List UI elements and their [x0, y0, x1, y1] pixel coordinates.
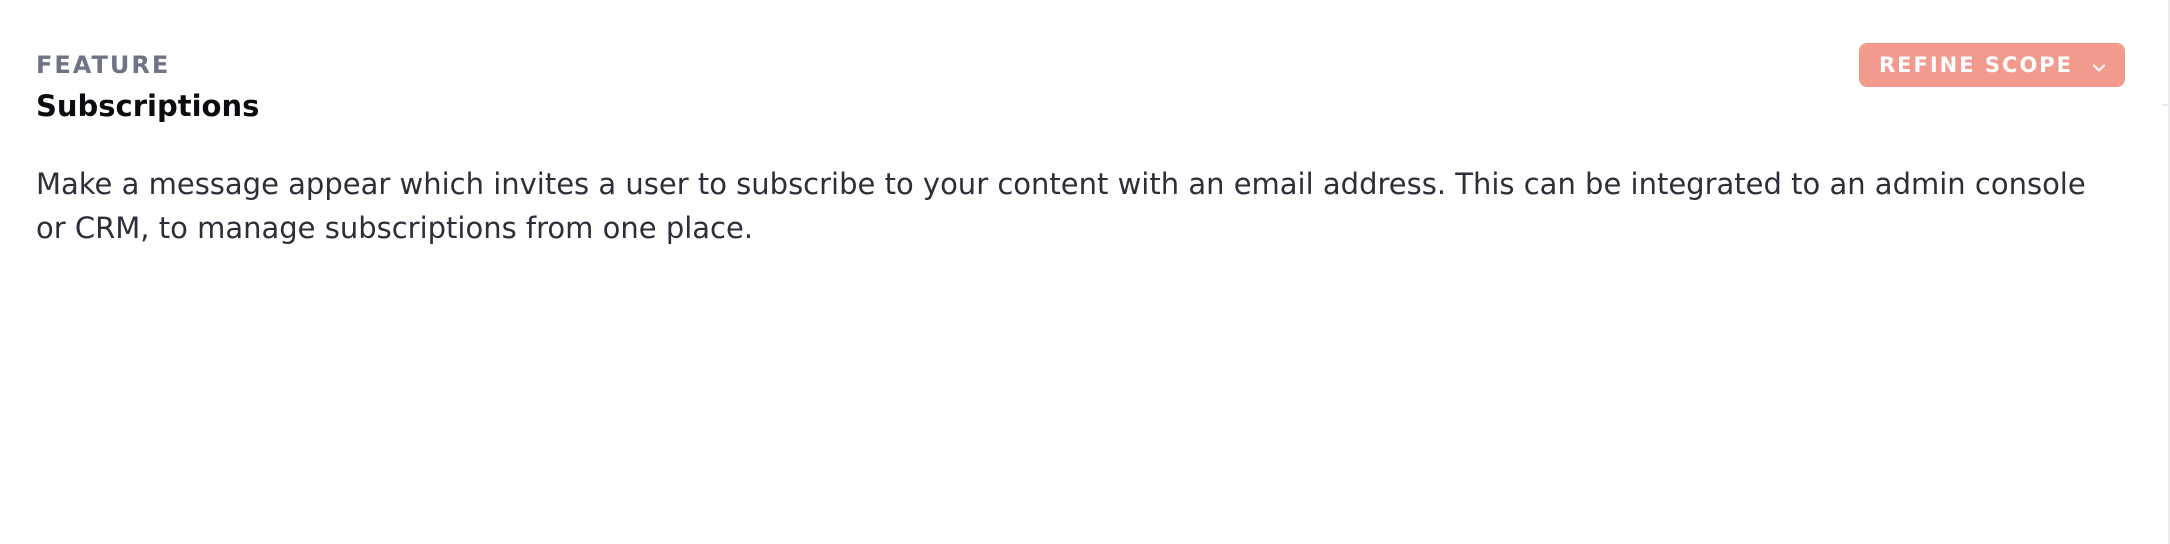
- feature-eyebrow: FEATURE: [36, 51, 171, 79]
- feature-description: Make a message appear which invites a us…: [36, 167, 2086, 245]
- chevron-down-icon: [2091, 57, 2107, 73]
- divider-tick: [2162, 104, 2170, 106]
- feature-panel: FEATURE Subscriptions Make a message app…: [0, 0, 2170, 544]
- feature-header: FEATURE Subscriptions: [36, 50, 259, 126]
- refine-scope-label: REFINE SCOPE: [1879, 53, 2074, 77]
- feature-title: Subscriptions: [36, 89, 260, 123]
- refine-scope-button[interactable]: REFINE SCOPE: [1859, 43, 2125, 87]
